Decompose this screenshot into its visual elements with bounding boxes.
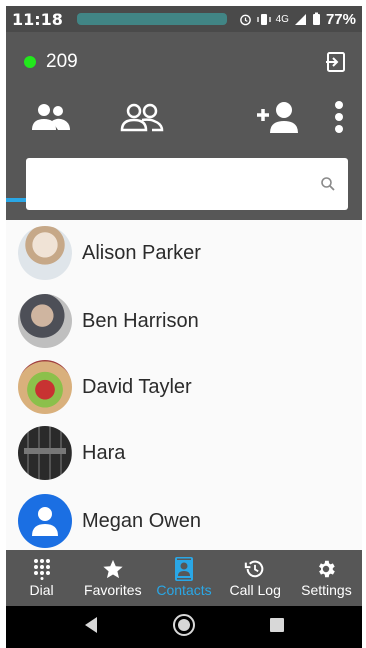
contact-name: David Tayler <box>82 375 192 398</box>
list-item[interactable]: David Tayler <box>6 354 362 420</box>
alarm-icon <box>239 14 251 25</box>
back-icon <box>84 616 97 633</box>
avatar <box>18 494 72 548</box>
tab-bar <box>6 90 362 202</box>
avatar <box>18 294 72 348</box>
home-button[interactable] <box>172 613 196 642</box>
battery-level: 77% <box>325 10 356 28</box>
history-icon <box>245 560 264 578</box>
vibrate-icon <box>256 13 271 25</box>
recents-icon <box>270 617 285 632</box>
nav-contacts[interactable]: Contacts <box>148 550 219 606</box>
groups-icon <box>120 103 164 132</box>
overflow-menu-button[interactable] <box>318 90 360 144</box>
logout-icon <box>326 52 345 72</box>
nav-dial[interactable]: Dial <box>6 550 77 606</box>
nav-label: Call Log <box>229 582 281 598</box>
add-contact-icon <box>257 102 298 133</box>
contact-name: Ben Harrison <box>82 309 199 332</box>
tab-contacts[interactable] <box>6 90 96 144</box>
system-nav-bar <box>6 606 362 648</box>
search-box[interactable] <box>26 158 348 210</box>
avatar <box>18 426 72 480</box>
nav-call-log[interactable]: Call Log <box>220 550 291 606</box>
add-contact-button[interactable] <box>250 90 306 144</box>
nav-label: Dial <box>29 582 54 598</box>
presence-indicator <box>24 56 36 68</box>
nav-label: Settings <box>301 582 352 598</box>
contact-name: Alison Parker <box>82 241 201 264</box>
nav-label: Contacts <box>156 582 212 598</box>
contacts-icon <box>32 104 70 130</box>
more-vert-icon <box>335 101 343 133</box>
recents-button[interactable] <box>269 617 285 638</box>
logout-button[interactable] <box>324 50 348 74</box>
list-item[interactable]: Megan Owen <box>6 488 362 554</box>
contact-name: Megan Owen <box>82 509 201 532</box>
list-item[interactable]: Ben Harrison <box>6 288 362 354</box>
app-header: 209 <box>6 32 362 220</box>
bottom-nav: Dial Favorites Contacts Call Log Setting… <box>6 550 362 606</box>
account-row: 209 <box>6 44 362 80</box>
extension-number: 209 <box>46 51 78 72</box>
contact-list: Alison Parker Ben Harrison David Tayler … <box>6 220 362 550</box>
back-button[interactable] <box>83 616 99 639</box>
search-input[interactable] <box>36 168 306 200</box>
status-bar: 11:18 4G 77% <box>6 6 362 32</box>
status-icons: 4G 77% <box>239 11 356 28</box>
nav-label: Favorites <box>84 582 142 598</box>
battery-icon <box>312 12 320 25</box>
list-item[interactable]: Alison Parker <box>6 220 362 286</box>
tab-groups[interactable] <box>102 90 182 144</box>
nav-favorites[interactable]: Favorites <box>77 550 148 606</box>
network-type: 4G <box>275 13 289 25</box>
search-icon <box>321 177 335 191</box>
list-item[interactable]: Hara <box>6 420 362 486</box>
default-person-icon <box>32 507 58 536</box>
gear-icon <box>319 560 336 578</box>
dialpad-icon <box>33 559 50 580</box>
avatar <box>18 360 72 414</box>
app-screen: 11:18 4G 77% 209 Alison Parker Ben Harri… <box>6 6 362 648</box>
nav-settings[interactable]: Settings <box>291 550 362 606</box>
avatar <box>18 226 72 280</box>
notification-area <box>76 13 227 25</box>
star-icon <box>103 559 123 579</box>
home-icon <box>172 613 195 636</box>
contacts-book-icon <box>175 557 193 581</box>
contact-name: Hara <box>82 441 126 464</box>
status-time: 11:18 <box>12 9 63 29</box>
signal-icon <box>294 13 306 25</box>
